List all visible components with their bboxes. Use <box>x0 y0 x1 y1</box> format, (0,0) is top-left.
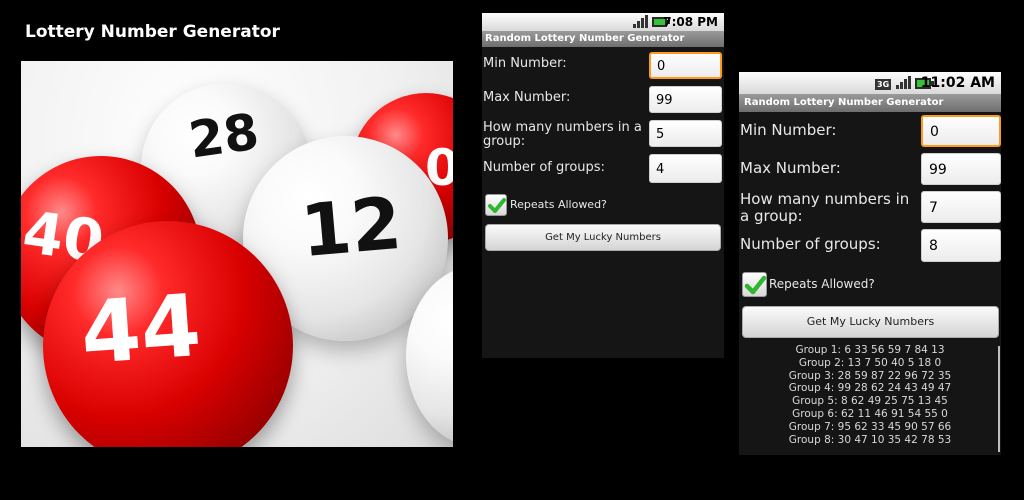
min-number-label: Min Number: <box>740 121 837 139</box>
min-number-input[interactable]: 0 <box>649 52 722 79</box>
number-of-groups-input[interactable]: 8 <box>921 229 1001 262</box>
network-badge: 3G <box>875 79 892 90</box>
results-scrollbar[interactable] <box>998 346 1000 452</box>
min-number-label: Min Number: <box>483 56 567 71</box>
min-number-input[interactable]: 0 <box>921 115 1001 147</box>
signal-icon <box>895 76 911 94</box>
repeats-allowed-checkbox[interactable] <box>485 194 507 216</box>
checkmark-icon <box>744 275 767 295</box>
repeats-allowed-label: Repeats Allowed? <box>769 277 875 291</box>
signal-icon <box>632 15 648 32</box>
ball-number-28: 28 <box>185 102 263 170</box>
count-per-group-label: How many numbers in a group: <box>483 120 642 150</box>
result-group-2: Group 2: 13 7 50 40 5 18 0 <box>798 356 942 369</box>
result-group-5: Group 5: 8 62 49 25 75 13 45 <box>792 395 948 408</box>
result-group-4: Group 4: 99 28 62 24 43 49 47 <box>788 382 952 395</box>
result-group-1: Group 1: 6 33 56 59 7 84 13 <box>795 344 945 356</box>
count-per-group-label: How many numbers in a group: <box>740 190 910 225</box>
count-per-group-input[interactable]: 7 <box>921 191 1001 223</box>
result-group-6: Group 6: 62 11 46 91 54 55 0 <box>792 407 948 420</box>
repeats-allowed-checkbox[interactable] <box>742 272 767 297</box>
number-of-groups-label: Number of groups: <box>483 160 605 175</box>
result-group-8: Group 8: 30 47 10 35 42 78 53 <box>788 433 952 446</box>
status-bar: 3G 11:02 AM <box>739 72 1001 94</box>
network-3g-icon: 3G <box>875 75 892 91</box>
result-group-7: Group 7: 95 62 33 45 90 57 66 <box>788 420 952 433</box>
number-of-groups-input[interactable]: 4 <box>649 154 722 183</box>
max-number-label: Max Number: <box>483 90 571 105</box>
result-group-3: Group 3: 28 59 87 22 96 72 35 <box>788 369 952 382</box>
repeats-allowed-label: Repeats Allowed? <box>510 198 607 211</box>
phone-screen-large: 3G 11:02 AM Random Lottery Number Genera… <box>739 72 1001 455</box>
number-of-groups-label: Number of groups: <box>740 235 881 253</box>
status-bar: 7:08 PM <box>482 13 724 31</box>
max-number-input[interactable]: 99 <box>921 153 1001 185</box>
checkmark-icon <box>488 198 506 213</box>
get-lucky-numbers-button[interactable]: Get My Lucky Numbers <box>485 224 721 251</box>
ball-number-44: 44 <box>77 275 205 385</box>
lottery-balls-image: 28 0 40 12 44 <box>21 61 453 447</box>
count-per-group-input[interactable]: 5 <box>649 120 722 147</box>
status-time: 11:02 AM <box>920 75 995 91</box>
get-lucky-numbers-button[interactable]: Get My Lucky Numbers <box>742 306 999 338</box>
status-time: 7:08 PM <box>663 15 718 29</box>
results-list: Group 1: 6 33 56 59 7 84 13 Group 2: 13 … <box>739 344 1001 446</box>
ball-number-12: 12 <box>297 180 405 274</box>
app-title-bar: Random Lottery Number Generator <box>482 31 724 47</box>
promo-title: Lottery Number Generator <box>25 22 280 42</box>
max-number-input[interactable]: 99 <box>649 86 722 113</box>
max-number-label: Max Number: <box>740 159 841 177</box>
app-title-bar: Random Lottery Number Generator <box>739 94 1001 112</box>
phone-screen-small: 7:08 PM Random Lottery Number Generator … <box>482 13 724 358</box>
